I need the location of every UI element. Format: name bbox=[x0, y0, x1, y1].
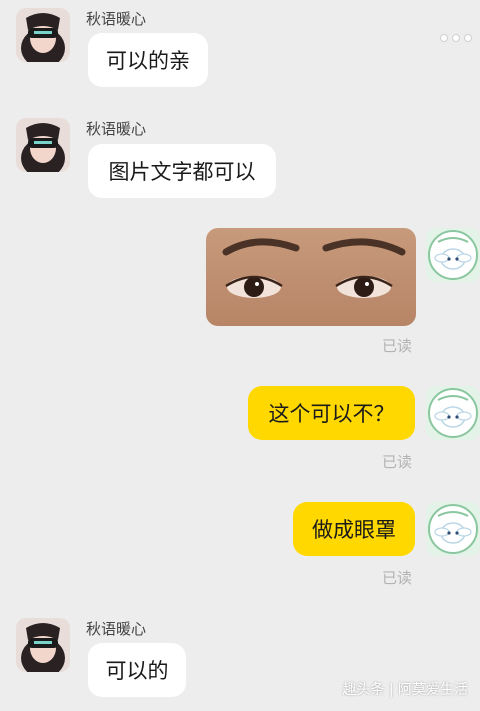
message-bubble[interactable]: 这个可以不？ bbox=[248, 386, 415, 440]
sender-name: 秋语暖心 bbox=[86, 120, 147, 138]
contact-avatar[interactable] bbox=[16, 618, 70, 672]
user-avatar[interactable] bbox=[426, 228, 480, 282]
sender-name: 秋语暖心 bbox=[86, 620, 147, 638]
contact-avatar[interactable] bbox=[16, 8, 70, 62]
sender-name: 秋语暖心 bbox=[86, 10, 147, 28]
contact-avatar[interactable] bbox=[16, 118, 70, 172]
user-avatar[interactable] bbox=[426, 502, 480, 556]
dot bbox=[452, 34, 460, 42]
user-avatar[interactable] bbox=[426, 386, 480, 440]
message-bubble[interactable]: 可以的亲 bbox=[88, 33, 208, 87]
message-bubble[interactable]: 图片文字都可以 bbox=[88, 144, 276, 198]
dot bbox=[440, 34, 448, 42]
watermark: 趣头条 | 阿莫爱生活 bbox=[342, 682, 468, 698]
read-status: 已读 bbox=[382, 453, 413, 471]
message-bubble[interactable]: 可以的 bbox=[88, 643, 186, 697]
message-bubble[interactable]: 做成眼罩 bbox=[293, 502, 415, 556]
read-status: 已读 bbox=[382, 569, 413, 587]
read-status: 已读 bbox=[382, 337, 413, 355]
dot bbox=[464, 34, 472, 42]
eyes-photo[interactable] bbox=[206, 228, 416, 326]
more-options-icon[interactable] bbox=[440, 34, 472, 42]
